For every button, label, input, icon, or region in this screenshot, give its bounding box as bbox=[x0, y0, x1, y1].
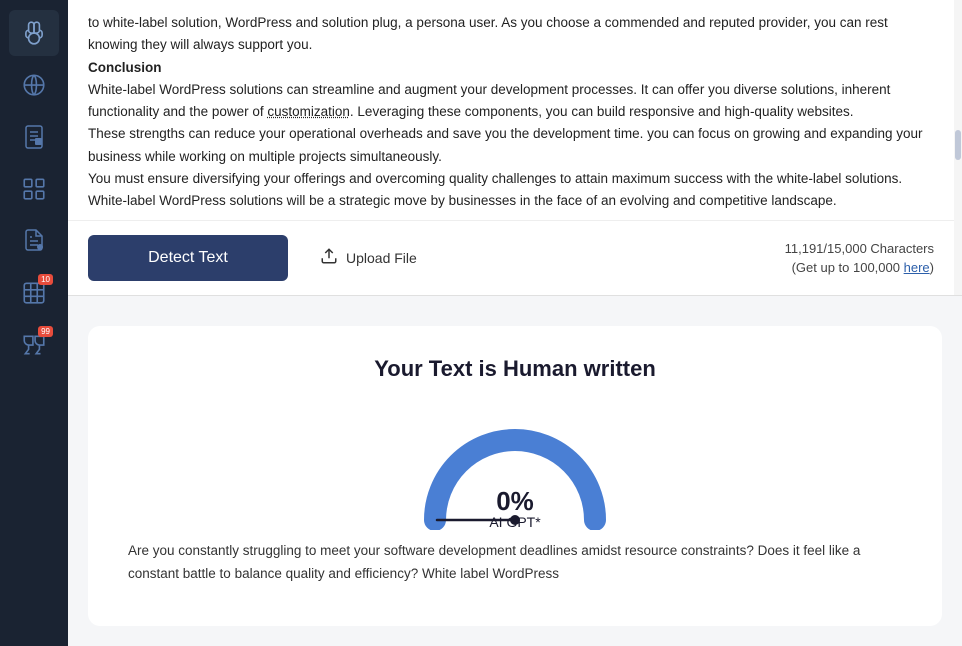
char-count-display: 11,191/15,000 Characters (Get up to 100,… bbox=[785, 239, 934, 278]
upload-icon bbox=[320, 247, 338, 270]
file-edit-icon: ✓ bbox=[22, 228, 46, 254]
sidebar-item-table[interactable]: 10 bbox=[9, 270, 59, 316]
gauge-label: AI GPT* bbox=[489, 514, 540, 530]
result-description: Are you constantly struggling to meet yo… bbox=[118, 540, 912, 586]
char-label: Characters bbox=[870, 241, 934, 256]
svg-text:99: 99 bbox=[36, 140, 42, 146]
sidebar-item-translate[interactable] bbox=[9, 62, 59, 108]
char-max: 15,000 bbox=[827, 241, 867, 256]
main-content: to white-label solution, WordPress and s… bbox=[68, 0, 962, 646]
result-title: Your Text is Human written bbox=[118, 356, 912, 382]
quote-badge: 99 bbox=[38, 326, 53, 337]
result-desc-line1: Are you constantly struggling to meet yo… bbox=[128, 543, 860, 581]
text-line-4: You must ensure diversifying your offeri… bbox=[88, 171, 902, 186]
gauge-container: 0% AI GPT* bbox=[118, 410, 912, 530]
sidebar-item-quote[interactable]: 99 bbox=[9, 322, 59, 368]
results-section: Your Text is Human written 0% AI GPT* bbox=[68, 296, 962, 646]
table-badge: 10 bbox=[38, 274, 53, 285]
grid-icon bbox=[21, 176, 47, 202]
char-upgrade-link[interactable]: here bbox=[904, 260, 930, 275]
result-card: Your Text is Human written 0% AI GPT* bbox=[88, 326, 942, 626]
sidebar: 99 ✓ 10 bbox=[0, 0, 68, 646]
text-line-3: These strengths can reduce your operatio… bbox=[88, 126, 923, 163]
text-line-5: White-label WordPress solutions will be … bbox=[88, 193, 837, 208]
sidebar-item-document[interactable]: 99 bbox=[9, 114, 59, 160]
text-line-2: White-label WordPress solutions can stre… bbox=[88, 82, 890, 119]
brain-icon bbox=[21, 20, 47, 46]
detect-text-button[interactable]: Detect Text bbox=[88, 235, 288, 281]
upload-file-button[interactable]: Upload File bbox=[308, 239, 429, 278]
text-section: to white-label solution, WordPress and s… bbox=[68, 0, 962, 296]
sidebar-item-grid[interactable] bbox=[9, 166, 59, 212]
document-icon: 99 bbox=[22, 124, 46, 150]
char-upgrade-label: Get up to 100,000 bbox=[796, 260, 900, 275]
gauge-center-text: 0% AI GPT* bbox=[489, 488, 540, 530]
action-bar: Detect Text Upload File bbox=[68, 220, 954, 295]
char-count-text: 11,191/15,000 Characters bbox=[785, 241, 934, 256]
text-line-1: to white-label solution, WordPress and s… bbox=[88, 15, 888, 52]
char-upgrade-suffix: ) bbox=[930, 260, 934, 275]
svg-text:✓: ✓ bbox=[39, 245, 42, 250]
conclusion-heading: Conclusion bbox=[88, 60, 162, 75]
gauge-percent: 0% bbox=[489, 488, 540, 514]
char-current: 11,191 bbox=[785, 241, 824, 256]
translate-icon bbox=[21, 72, 47, 98]
text-display[interactable]: to white-label solution, WordPress and s… bbox=[68, 0, 954, 220]
scrollbar-thumb bbox=[955, 130, 961, 160]
sidebar-item-file-edit[interactable]: ✓ bbox=[9, 218, 59, 264]
sidebar-item-brain[interactable] bbox=[9, 10, 59, 56]
upload-label: Upload File bbox=[346, 250, 417, 266]
text-scrollbar[interactable] bbox=[954, 0, 962, 295]
